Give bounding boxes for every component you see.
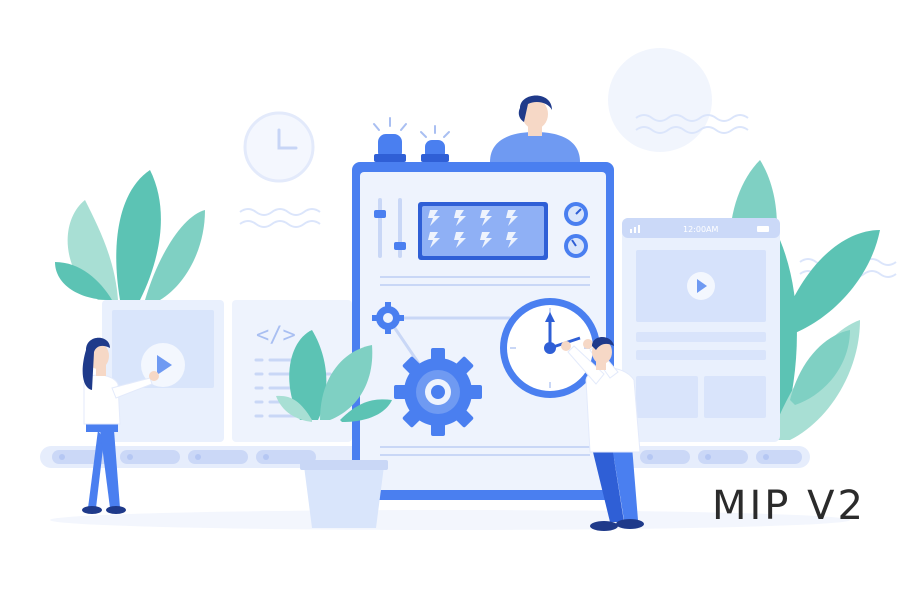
main-machine bbox=[352, 95, 614, 500]
gear-icon bbox=[394, 348, 482, 436]
alarm-light-icon bbox=[420, 125, 450, 162]
alarm-light-icon bbox=[373, 117, 407, 162]
phone-clock: 12:00AM bbox=[683, 225, 719, 234]
battery-icon bbox=[757, 226, 769, 232]
lightning-display bbox=[418, 202, 548, 260]
illustration-stage: </> 12:00AM MIP V2 bbox=[0, 0, 900, 600]
operator-person bbox=[490, 95, 580, 162]
clock-icon bbox=[243, 111, 315, 183]
brand-title: MIP V2 bbox=[712, 483, 866, 529]
plant-left bbox=[55, 170, 205, 300]
phone-card: 12:00AM bbox=[622, 218, 780, 442]
code-icon: </> bbox=[256, 323, 296, 348]
